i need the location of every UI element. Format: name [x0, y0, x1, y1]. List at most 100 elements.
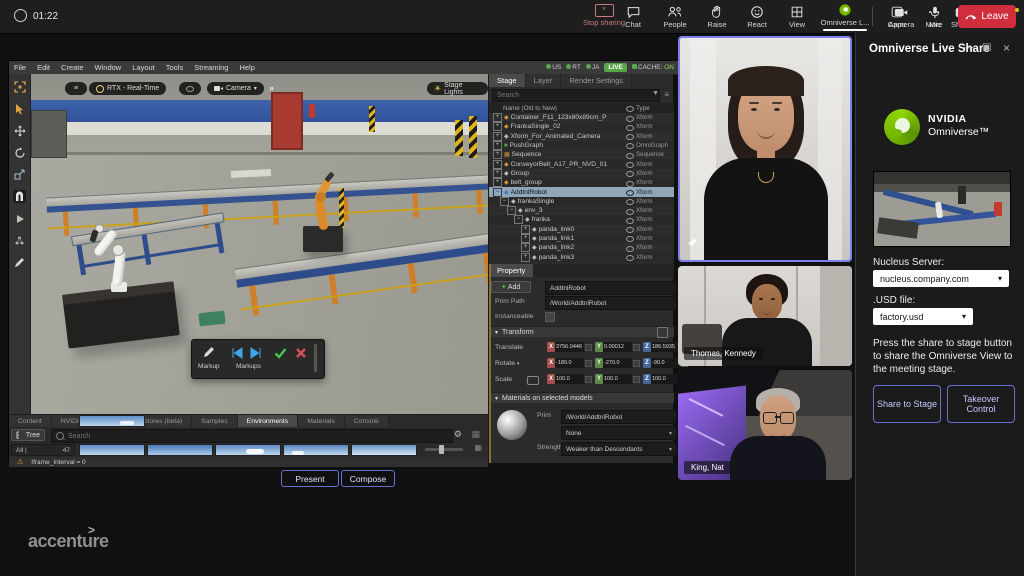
compose-button[interactable]: Compose — [341, 470, 395, 487]
live-badge[interactable]: LIVE — [604, 63, 626, 72]
visibility-eye-icon[interactable] — [626, 227, 634, 233]
strength-dropdown[interactable]: Weaker than Descendants▾ — [561, 442, 677, 456]
instanceable-checkbox[interactable] — [545, 312, 555, 322]
visibility-eye-icon[interactable] — [626, 181, 634, 187]
tree-row-selected[interactable]: −◆AddtnlRobotXform — [489, 187, 674, 196]
prim-name-field[interactable]: AddtnlRobot — [545, 281, 677, 295]
visibility-eye-icon[interactable] — [626, 134, 634, 140]
content-search-input[interactable]: Search — [51, 429, 453, 443]
tree-row[interactable]: +▦SequenceSequence — [489, 150, 674, 159]
menu-layout[interactable]: Layout — [132, 63, 155, 72]
menu-edit[interactable]: Edit — [37, 63, 50, 72]
tree-row[interactable]: +◆Xform_For_Animated_CameraXform — [489, 132, 674, 141]
slider-handle[interactable] — [439, 445, 444, 454]
grid-view-icon[interactable]: ▦ — [474, 443, 482, 452]
play-tool-icon[interactable] — [13, 212, 26, 225]
markup-next-button[interactable] — [250, 346, 263, 364]
snap-tool-icon[interactable] — [13, 190, 26, 203]
visibility-eye-icon[interactable] — [626, 153, 634, 159]
visibility-eye-icon[interactable] — [626, 162, 634, 168]
markup-approve-button[interactable] — [274, 346, 287, 364]
markup-reject-button[interactable] — [295, 346, 307, 364]
options-list-icon[interactable]: ≡ — [664, 90, 669, 99]
axis-checkbox[interactable] — [633, 360, 640, 367]
scale-z[interactable]: 100.0 — [651, 374, 680, 384]
move-tool-icon[interactable] — [13, 124, 26, 137]
visibility-eye-icon[interactable] — [626, 246, 634, 252]
filter-funnel-icon[interactable]: ▼ — [652, 90, 659, 97]
environment-thumbnail[interactable] — [351, 444, 417, 456]
pin-icon[interactable] — [687, 235, 698, 253]
environment-thumbnail[interactable] — [283, 444, 349, 456]
menu-tools[interactable]: Tools — [166, 63, 184, 72]
renderer-button[interactable]: RTX - Real-Time — [89, 82, 166, 95]
visibility-eye-icon[interactable] — [626, 116, 634, 122]
keyframe-icon[interactable] — [657, 327, 668, 338]
viewport[interactable]: ≡ RTX - Real-Time Camera ▾ » ☀ Stage Lig… — [31, 74, 488, 414]
translate-y[interactable]: 0.00012 — [603, 342, 632, 352]
environment-thumbnail[interactable] — [147, 444, 213, 456]
tree-row[interactable]: +◆Container_F11_123x80x89cm_PR_VXform — [489, 113, 674, 122]
share-to-stage-button[interactable]: Share to Stage — [873, 385, 941, 423]
material-dropdown[interactable]: None▾ — [561, 426, 677, 440]
physics-tool-icon[interactable] — [13, 234, 26, 247]
axis-checkbox[interactable] — [633, 344, 640, 351]
translate-x[interactable]: 3756.0446 — [555, 342, 584, 352]
visibility-eye-icon[interactable] — [626, 125, 634, 131]
scale-tool-icon[interactable] — [13, 168, 26, 181]
tab-samples[interactable]: Samples — [192, 415, 237, 427]
axis-checkbox[interactable] — [585, 344, 592, 351]
layout-grid-icon[interactable]: ▦ — [471, 429, 480, 440]
environment-thumbnail[interactable] — [79, 444, 145, 456]
tree-row[interactable]: +◆belt_groupXform — [489, 178, 674, 187]
scale-y[interactable]: 100.0 — [603, 374, 632, 384]
visibility-eye-icon[interactable] — [626, 143, 634, 149]
view-button[interactable]: View — [776, 3, 818, 31]
markup-prev-button[interactable] — [230, 346, 243, 364]
tree-row[interactable]: +◆panda_link3Xform — [489, 252, 674, 261]
markup-toolbar-scrollbar[interactable] — [314, 344, 317, 372]
tab-property[interactable]: Property — [489, 264, 534, 277]
participant-video[interactable]: King, Nat — [678, 370, 852, 480]
panel-close-icon[interactable]: × — [1003, 41, 1010, 55]
tree-view-button[interactable]: Tree — [11, 429, 45, 441]
chat-button[interactable]: Chat — [612, 3, 654, 31]
menu-file[interactable]: File — [14, 63, 26, 72]
environment-thumbnail[interactable] — [79, 415, 145, 427]
prim-path-field[interactable]: /World/AddtnlRobot — [545, 296, 677, 310]
panel-scrollbar[interactable] — [489, 264, 491, 463]
tree-row[interactable]: +◆GroupXform — [489, 169, 674, 178]
visibility-eye-icon[interactable] — [626, 236, 634, 242]
column-name[interactable]: Name (Old to New) — [489, 105, 557, 112]
visibility-eye-icon[interactable] — [626, 209, 634, 215]
tab-console[interactable]: Console — [345, 415, 389, 427]
axis-checkbox[interactable] — [633, 376, 640, 383]
environments-filter-all[interactable]: All |47 — [11, 444, 75, 456]
panel-popout-icon[interactable]: ▣ — [982, 42, 991, 53]
participant-video-pinned[interactable] — [678, 36, 852, 262]
visibility-eye-icon[interactable] — [626, 199, 634, 205]
omniverse-app-button[interactable]: Omniverse L... — [818, 3, 872, 31]
select-cursor-tool-icon[interactable] — [13, 102, 26, 115]
tab-render-settings[interactable]: Render Settings — [561, 74, 632, 87]
menu-window[interactable]: Window — [95, 63, 122, 72]
raise-hand-button[interactable]: Raise — [696, 3, 738, 31]
takeover-control-button[interactable]: Takeover Control — [947, 385, 1015, 423]
stage-search-input[interactable]: Search — [492, 89, 660, 102]
visibility-eye-icon[interactable] — [626, 218, 634, 224]
transform-section-header[interactable]: ▾ Transform — [489, 326, 674, 337]
column-type[interactable]: Type — [636, 105, 672, 112]
usd-file-dropdown[interactable]: factory.usd ▾ — [873, 308, 973, 325]
add-property-button[interactable]: +Add — [491, 281, 531, 293]
viewport-menu-button[interactable]: ≡ — [65, 82, 87, 95]
frame-select-tool-icon[interactable] — [13, 80, 26, 93]
tree-row[interactable]: +■PushGraphOmniGraph — [489, 141, 674, 150]
present-button[interactable]: Present — [281, 470, 339, 487]
nucleus-server-dropdown[interactable]: nucleus.company.com ▾ — [873, 270, 1009, 287]
rotate-z[interactable]: -90.0 — [651, 358, 680, 368]
people-button[interactable]: People — [654, 3, 696, 31]
rotate-y[interactable]: -270.0 — [603, 358, 632, 368]
tab-content[interactable]: Content — [9, 415, 52, 427]
materials-section-header[interactable]: ▾ Materials on selected models — [489, 392, 674, 403]
tab-stage[interactable]: Stage — [489, 74, 526, 87]
